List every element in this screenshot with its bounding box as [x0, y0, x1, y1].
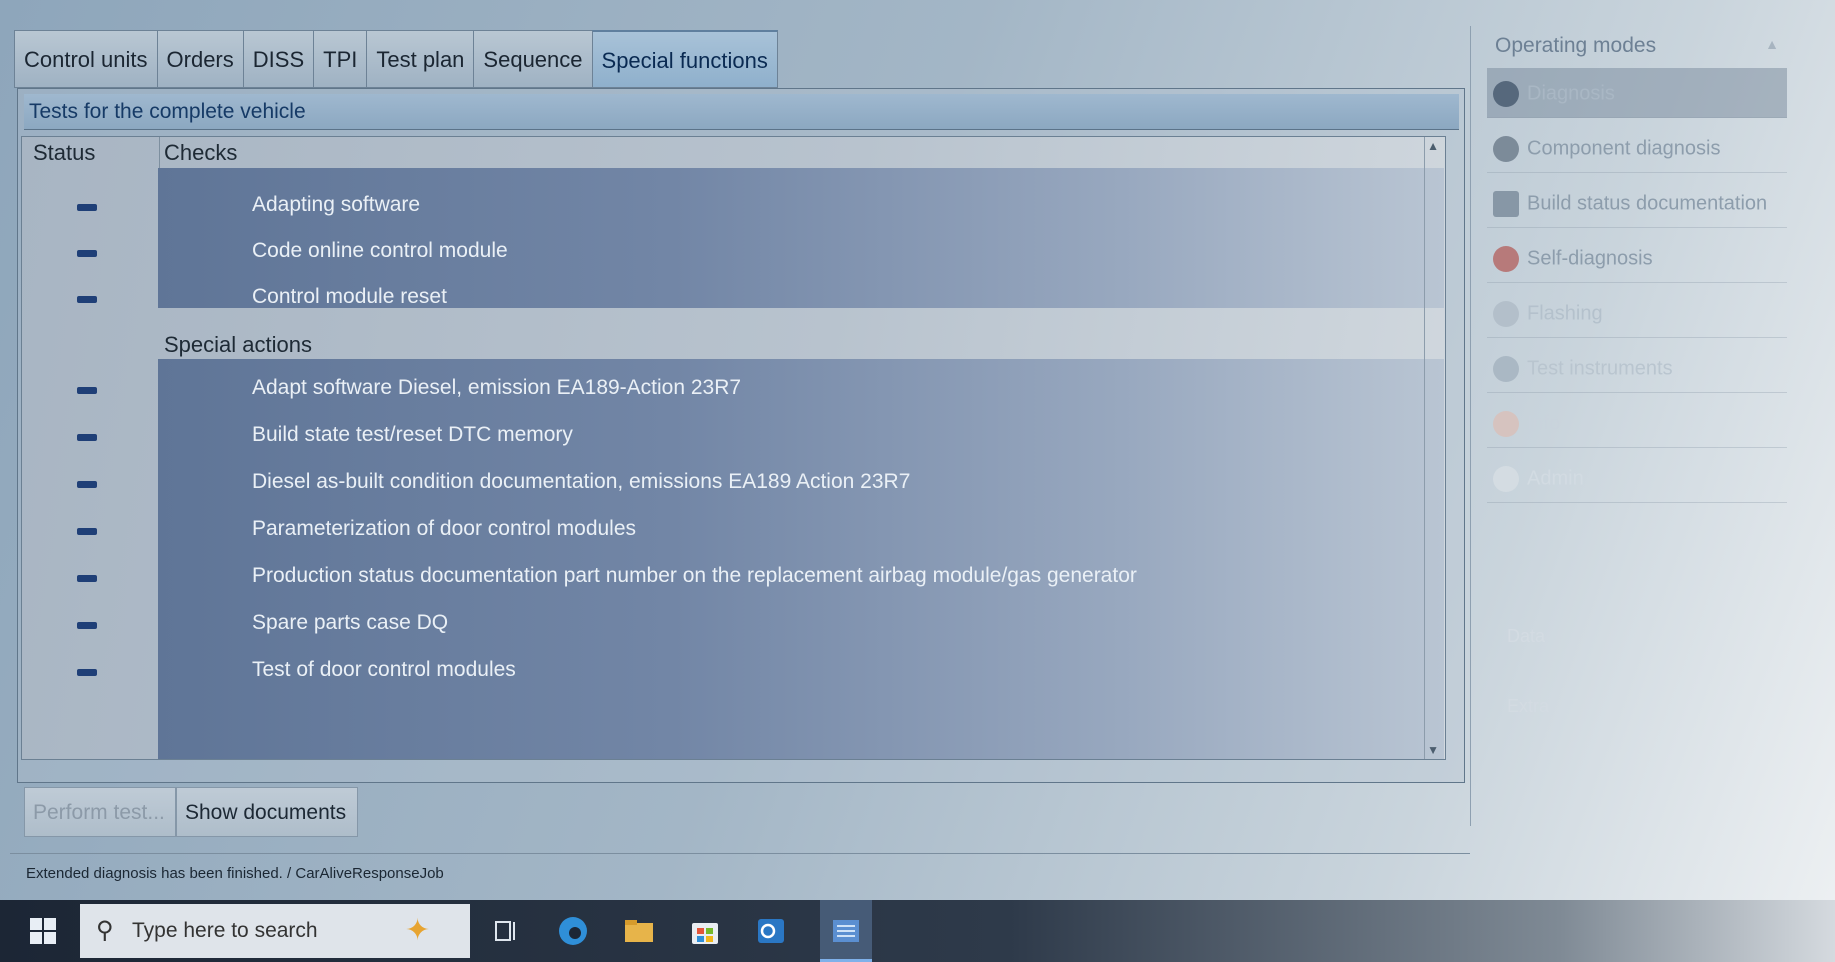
component-icon: [1493, 135, 1519, 162]
tab-test-plan[interactable]: Test plan: [366, 30, 474, 88]
special-action-row[interactable]: Test of door control modules: [252, 658, 516, 682]
tab-orders[interactable]: Orders: [156, 30, 243, 88]
tests-grid: Status Checks Adapting software Code onl…: [21, 136, 1446, 760]
diagnostic-app-icon: [833, 920, 859, 942]
self-diagnosis-icon: [1493, 245, 1519, 272]
tab-diss[interactable]: DISS: [242, 30, 314, 88]
status-indicator-icon: [77, 481, 97, 488]
mode-diagnosis[interactable]: Diagnosis: [1487, 68, 1787, 118]
check-row[interactable]: Adapting software: [252, 193, 420, 217]
mode-label: Self-diagnosis: [1527, 247, 1653, 270]
search-icon: ⚲: [96, 917, 114, 944]
perform-test-button[interactable]: Perform test...: [24, 787, 176, 837]
diagnosis-icon: [1493, 80, 1519, 107]
special-action-row[interactable]: Build state test/reset DTC memory: [252, 423, 573, 447]
tab-special-functions[interactable]: Special functions: [591, 30, 778, 88]
mode-build-status-documentation[interactable]: Build status documentation: [1487, 178, 1787, 228]
mode-label: Component diagnosis: [1527, 137, 1721, 160]
mode-test-instruments[interactable]: Test instruments: [1487, 343, 1787, 393]
special-action-row[interactable]: Parameterization of door control modules: [252, 517, 636, 541]
column-header-checks[interactable]: Checks: [164, 137, 237, 169]
operating-modes-title: Operating modes: [1495, 34, 1657, 57]
special-actions-group: [158, 359, 1444, 759]
mode-self-diagnosis[interactable]: Self-diagnosis: [1487, 233, 1787, 283]
info-icon: [1493, 410, 1519, 437]
edge-browser-icon[interactable]: [556, 914, 590, 948]
extra-label[interactable]: Extra: [1507, 696, 1549, 717]
document-icon: [1493, 190, 1519, 217]
mode-label: Test instruments: [1527, 357, 1673, 380]
special-action-row[interactable]: Spare parts case DQ: [252, 611, 448, 635]
search-input[interactable]: Type here to search: [132, 904, 318, 958]
mode-label: Admin: [1527, 467, 1584, 490]
admin-icon: [1493, 465, 1519, 492]
special-action-row[interactable]: Diesel as-built condition documentation,…: [252, 470, 910, 494]
file-explorer-icon[interactable]: [622, 914, 656, 948]
mode-component-diagnosis[interactable]: Component diagnosis: [1487, 123, 1787, 173]
tab-bar: Control units Orders DISS TPI Test plan …: [14, 30, 778, 88]
status-indicator-icon: [77, 434, 97, 441]
status-indicator-icon: [77, 204, 97, 211]
flash-icon: [1493, 300, 1519, 327]
outlook-icon[interactable]: [754, 914, 788, 948]
windows-start-icon[interactable]: [28, 916, 58, 946]
store-icon[interactable]: [688, 914, 722, 948]
task-view-icon[interactable]: [490, 914, 524, 948]
check-row[interactable]: Code online control module: [252, 239, 508, 263]
active-app-button[interactable]: [820, 900, 872, 962]
data-label[interactable]: Data: [1507, 626, 1545, 647]
status-indicator-icon: [77, 250, 97, 257]
gauge-icon: [1493, 355, 1519, 382]
status-indicator-icon: [77, 528, 97, 535]
status-indicator-icon: [77, 296, 97, 303]
status-indicator-icon: [77, 387, 97, 394]
mode-label: Diagnosis: [1527, 82, 1615, 105]
status-indicator-icon: [77, 622, 97, 629]
special-functions-panel: Tests for the complete vehicle Status Ch…: [17, 88, 1465, 783]
mode-admin[interactable]: Admin: [1487, 453, 1787, 503]
scroll-up-icon[interactable]: ▲: [1427, 139, 1439, 153]
screen: Control units Orders DISS TPI Test plan …: [0, 0, 1835, 962]
special-action-row[interactable]: Adapt software Diesel, emission EA189-Ac…: [252, 376, 741, 400]
mode-label: Build status documentation: [1527, 192, 1768, 215]
tab-tpi[interactable]: TPI: [313, 30, 367, 88]
vertical-scrollbar[interactable]: ▲ ▼: [1424, 137, 1445, 759]
tab-control-units[interactable]: Control units: [14, 30, 157, 88]
collapse-icon[interactable]: ▲: [1765, 36, 1779, 52]
mode-label: Info: [1527, 412, 1561, 435]
section-title: Tests for the complete vehicle: [24, 94, 1459, 130]
sparkle-icon: ✦: [405, 914, 431, 947]
status-indicator-icon: [77, 669, 97, 676]
taskbar: ⚲ Type here to search ✦: [0, 900, 1835, 962]
operating-modes-panel: Operating modes ▲ Diagnosis Component di…: [1470, 26, 1791, 826]
scroll-down-icon[interactable]: ▼: [1427, 743, 1439, 757]
taskbar-search-box[interactable]: ⚲ Type here to search ✦: [80, 904, 470, 958]
check-row[interactable]: Control module reset: [252, 285, 447, 309]
status-indicator-icon: [77, 575, 97, 582]
column-header-status[interactable]: Status: [29, 137, 160, 169]
mode-flashing[interactable]: Flashing: [1487, 288, 1787, 338]
column-header-status-label: Status: [33, 140, 96, 165]
mode-info[interactable]: Info: [1487, 398, 1787, 448]
grid-header: Status Checks: [22, 137, 1445, 169]
status-bar: Extended diagnosis has been finished. / …: [10, 853, 1470, 893]
mode-label: Flashing: [1527, 302, 1603, 325]
special-actions-label: Special actions: [164, 332, 312, 357]
show-documents-button[interactable]: Show documents: [176, 787, 358, 837]
special-action-row[interactable]: Production status documentation part num…: [252, 564, 1137, 588]
tab-sequence[interactable]: Sequence: [473, 30, 592, 88]
